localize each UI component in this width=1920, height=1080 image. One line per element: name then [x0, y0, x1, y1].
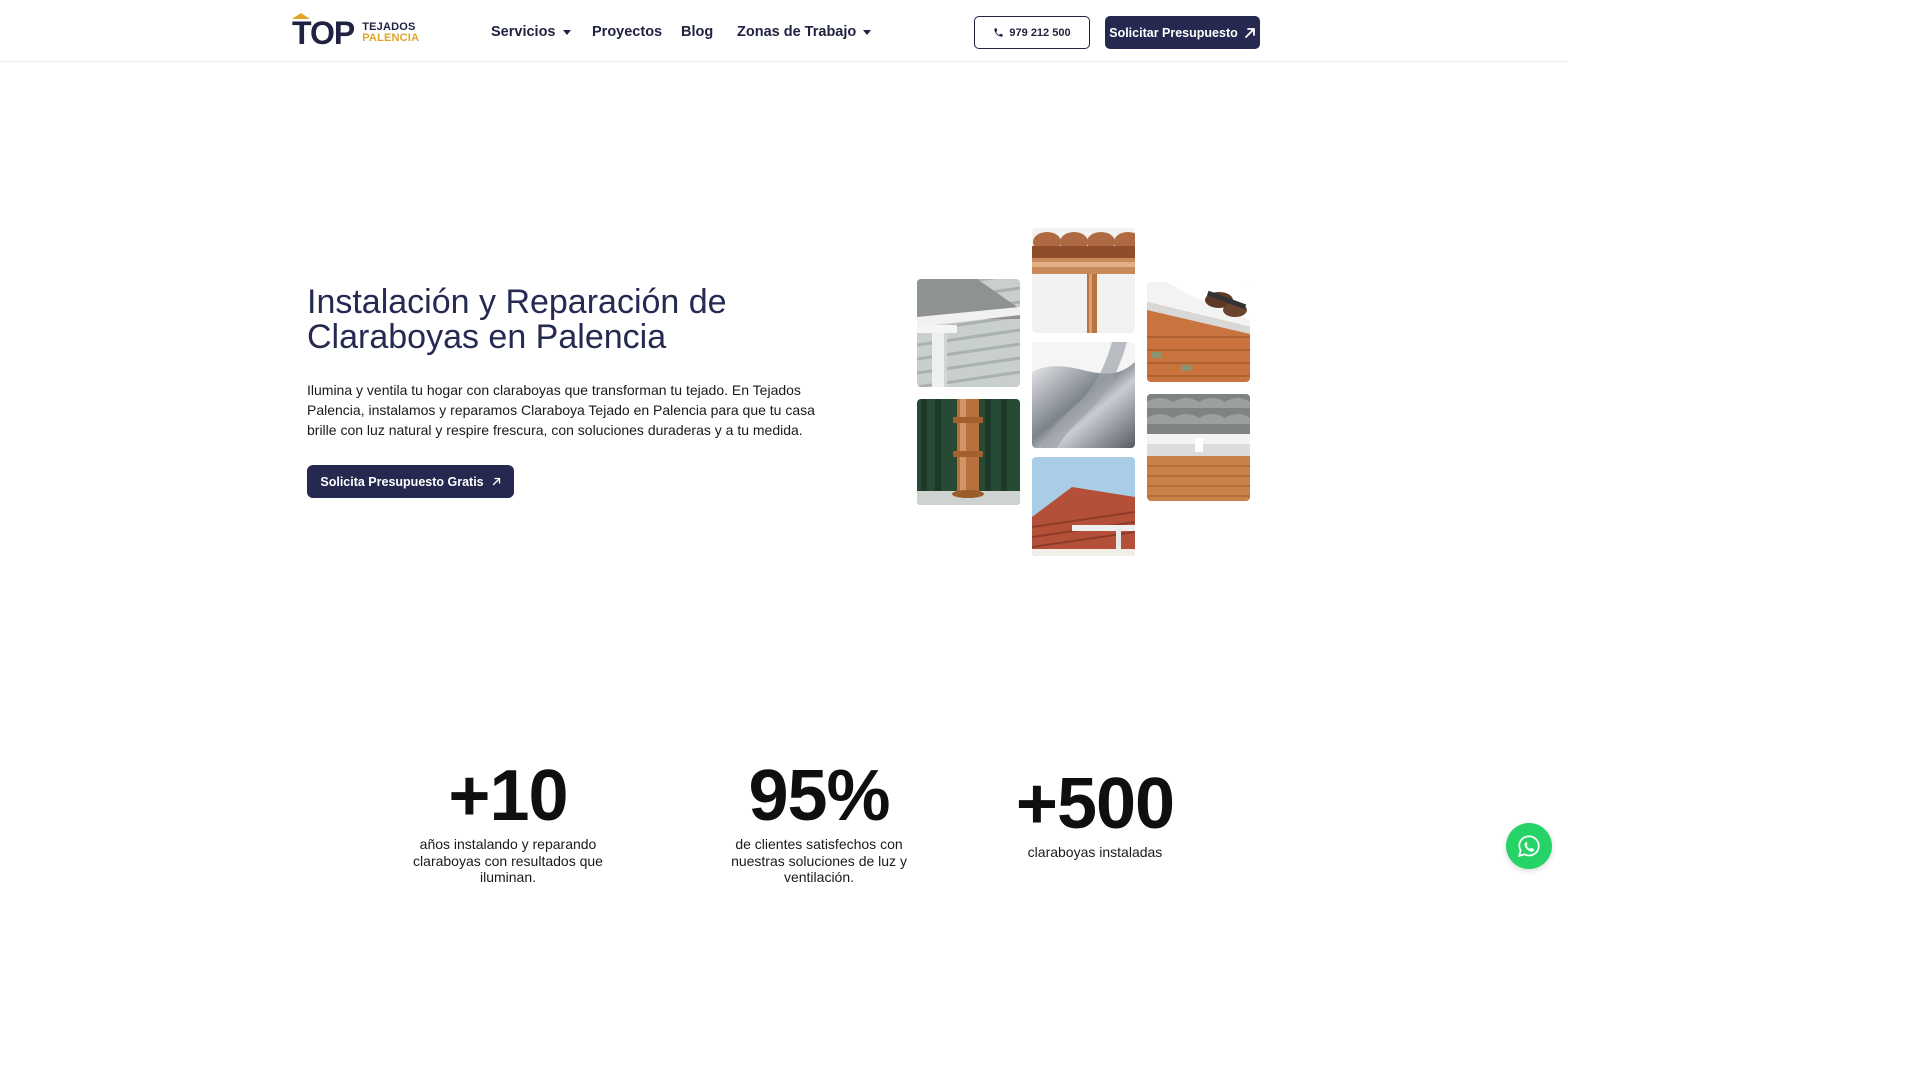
phone-button[interactable]: 979 212 500	[974, 16, 1090, 49]
gutter-siding-photo	[917, 279, 1020, 387]
chevron-down-icon	[863, 29, 872, 35]
request-quote-button[interactable]: Solicitar Presupuesto	[1105, 16, 1260, 49]
nav-item-label: Proyectos	[592, 24, 663, 40]
stat-value: 95%	[748, 756, 890, 836]
whatsapp-icon	[1516, 833, 1542, 859]
hero-title: Instalación y Reparación de Claraboyas e…	[307, 283, 727, 356]
stat-value: +10	[448, 756, 568, 836]
logo-roof-icon	[292, 13, 310, 19]
stat-value: +500	[1015, 764, 1175, 844]
stat-years: +10 años instalando y reparando claraboy…	[383, 760, 633, 886]
phone-number: 979 212 500	[1009, 26, 1071, 39]
stat-installed: +500 claraboyas instaladas	[995, 768, 1195, 861]
nav-item-label: Servicios	[491, 24, 556, 40]
logo-line2: PALENCIA	[362, 32, 420, 44]
site-header: TOP TEJADOS PALENCIA Servicios Proyectos…	[0, 0, 1568, 62]
phone-icon	[993, 27, 1004, 38]
stat-label: de clientes satisfechos con nuestras sol…	[731, 836, 907, 885]
free-quote-label: Solicita Presupuesto Gratis	[320, 474, 484, 489]
copper-downpipe-photo	[917, 399, 1020, 505]
free-quote-button[interactable]: Solicita Presupuesto Gratis	[307, 465, 514, 498]
nav-item-label: Zonas de Trabajo	[737, 24, 857, 40]
whatsapp-button[interactable]	[1506, 823, 1552, 869]
copper-gutter-tiles-photo	[1032, 228, 1135, 333]
request-quote-label: Solicitar Presupuesto	[1109, 25, 1238, 40]
nav-item-zonas[interactable]: Zonas de Trabajo	[737, 24, 872, 40]
arrow-up-right-icon	[1244, 27, 1256, 39]
arrow-up-right-icon	[492, 477, 501, 486]
stat-label: claraboyas instaladas	[1027, 844, 1163, 860]
gutter-brick-wall-photo	[1147, 394, 1250, 501]
nav-item-blog[interactable]: Blog	[681, 24, 713, 40]
logo[interactable]: TOP TEJADOS PALENCIA	[292, 13, 419, 51]
metal-gutter-closeup-photo	[1032, 342, 1135, 448]
gutter-installation-photo	[1147, 282, 1250, 382]
logo-text: TEJADOS PALENCIA	[362, 22, 419, 44]
stat-satisfaction: 95% de clientes satisfechos con nuestras…	[704, 760, 934, 886]
nav-item-servicios[interactable]: Servicios	[491, 24, 571, 40]
chevron-down-icon	[562, 29, 571, 35]
red-roof-gutter-photo	[1032, 457, 1135, 556]
nav-item-proyectos[interactable]: Proyectos	[592, 24, 662, 40]
stat-label: años instalando y reparando claraboyas c…	[413, 836, 603, 885]
nav-item-label: Blog	[681, 24, 714, 40]
logo-mark: TOP	[292, 13, 355, 51]
hero-description: Ilumina y ventila tu hogar con claraboya…	[307, 382, 815, 438]
